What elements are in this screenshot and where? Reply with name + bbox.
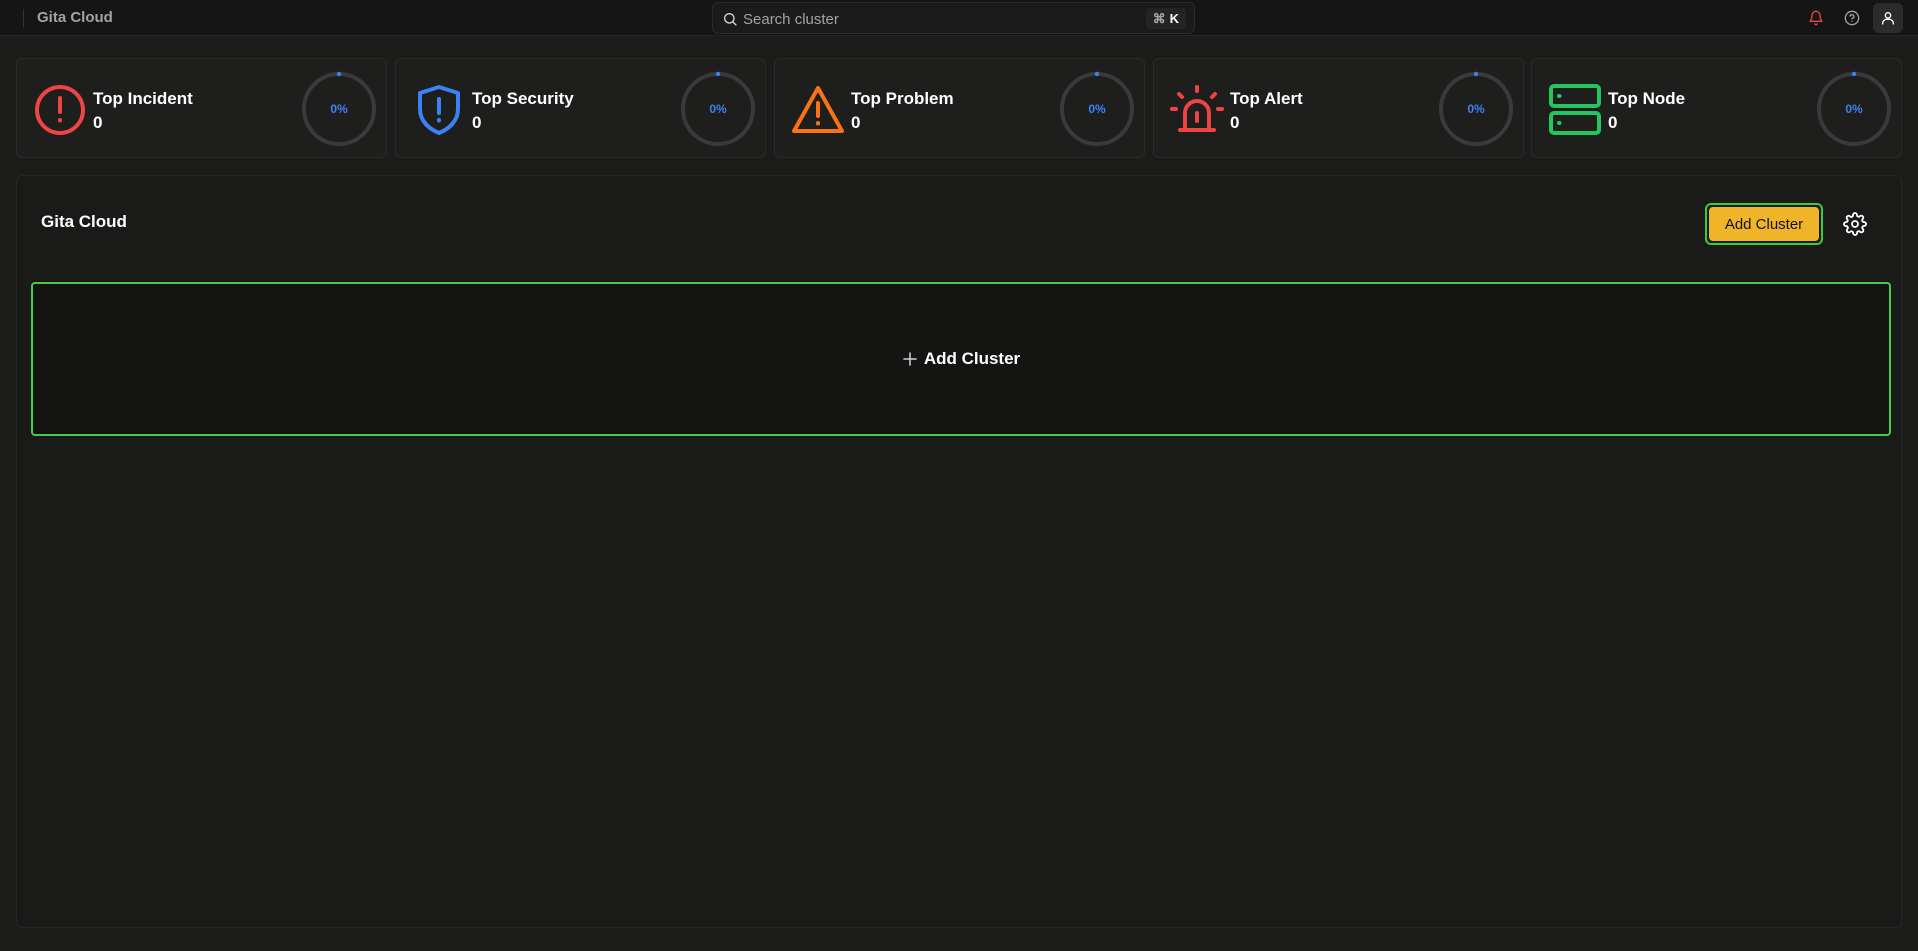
user-menu-button[interactable]	[1873, 3, 1903, 33]
notifications-button[interactable]	[1801, 3, 1831, 33]
search-shortcut-badge: ⌘ K	[1145, 8, 1186, 29]
user-icon	[1882, 12, 1894, 25]
stat-card-incident[interactable]: Top Incident 0 0%	[16, 58, 387, 158]
server-icon	[1549, 84, 1601, 135]
gauge-percent: 0%	[709, 102, 727, 116]
stat-value: 0	[1608, 113, 1618, 132]
stat-label: Top Incident	[93, 89, 193, 108]
gauge-percent: 0%	[1467, 102, 1485, 116]
settings-button[interactable]	[1843, 212, 1867, 236]
shield-alert-icon	[418, 85, 460, 135]
search-input[interactable]: Search cluster ⌘ K	[712, 2, 1195, 34]
help-button[interactable]	[1837, 3, 1867, 33]
gear-icon	[1843, 212, 1867, 236]
command-key-icon: ⌘	[1152, 11, 1166, 26]
stat-value: 0	[1230, 113, 1240, 132]
stat-label: Top Node	[1608, 89, 1686, 108]
add-cluster-button[interactable]: Add Cluster	[1705, 203, 1823, 245]
cluster-panel: Gita Cloud Add Cluster Add Cluster	[16, 175, 1902, 928]
stat-value: 0	[472, 113, 482, 132]
stat-value: 0	[851, 113, 861, 132]
stat-value: 0	[93, 113, 103, 132]
warning-triangle-icon	[792, 86, 844, 133]
stat-label: Top Security	[472, 89, 574, 108]
stats-row: Top Incident 0 0% Top Security 0 0% Top …	[16, 58, 1902, 158]
search-placeholder: Search cluster	[743, 11, 839, 28]
siren-icon	[1170, 85, 1224, 132]
search-icon	[724, 13, 737, 26]
add-cluster-button-label: Add Cluster	[1709, 207, 1819, 241]
gauge-percent: 0%	[1088, 102, 1106, 116]
app-title[interactable]: Gita Cloud	[37, 9, 113, 26]
stat-label: Top Alert	[1230, 89, 1303, 108]
stat-card-node[interactable]: Top Node 0 0%	[1531, 58, 1902, 158]
top-bar: Gita Cloud Search cluster ⌘ K	[0, 0, 1918, 36]
panel-title: Gita Cloud	[41, 212, 127, 231]
plus-icon	[903, 352, 917, 366]
bell-icon	[1809, 10, 1823, 26]
stat-label: Top Problem	[851, 89, 954, 108]
stat-card-alert[interactable]: Top Alert 0 0%	[1153, 58, 1524, 158]
add-cluster-dropzone[interactable]: Add Cluster	[31, 282, 1891, 436]
top-bar-divider	[23, 9, 24, 27]
add-cluster-dropzone-label: Add Cluster	[923, 349, 1021, 368]
shortcut-key: K	[1169, 11, 1179, 26]
help-circle-icon	[1844, 10, 1860, 26]
gauge-percent: 0%	[1845, 102, 1863, 116]
stat-card-problem[interactable]: Top Problem 0 0%	[774, 58, 1145, 158]
alert-circle-icon	[35, 85, 85, 135]
gauge-percent: 0%	[330, 102, 348, 116]
stat-card-security[interactable]: Top Security 0 0%	[395, 58, 766, 158]
